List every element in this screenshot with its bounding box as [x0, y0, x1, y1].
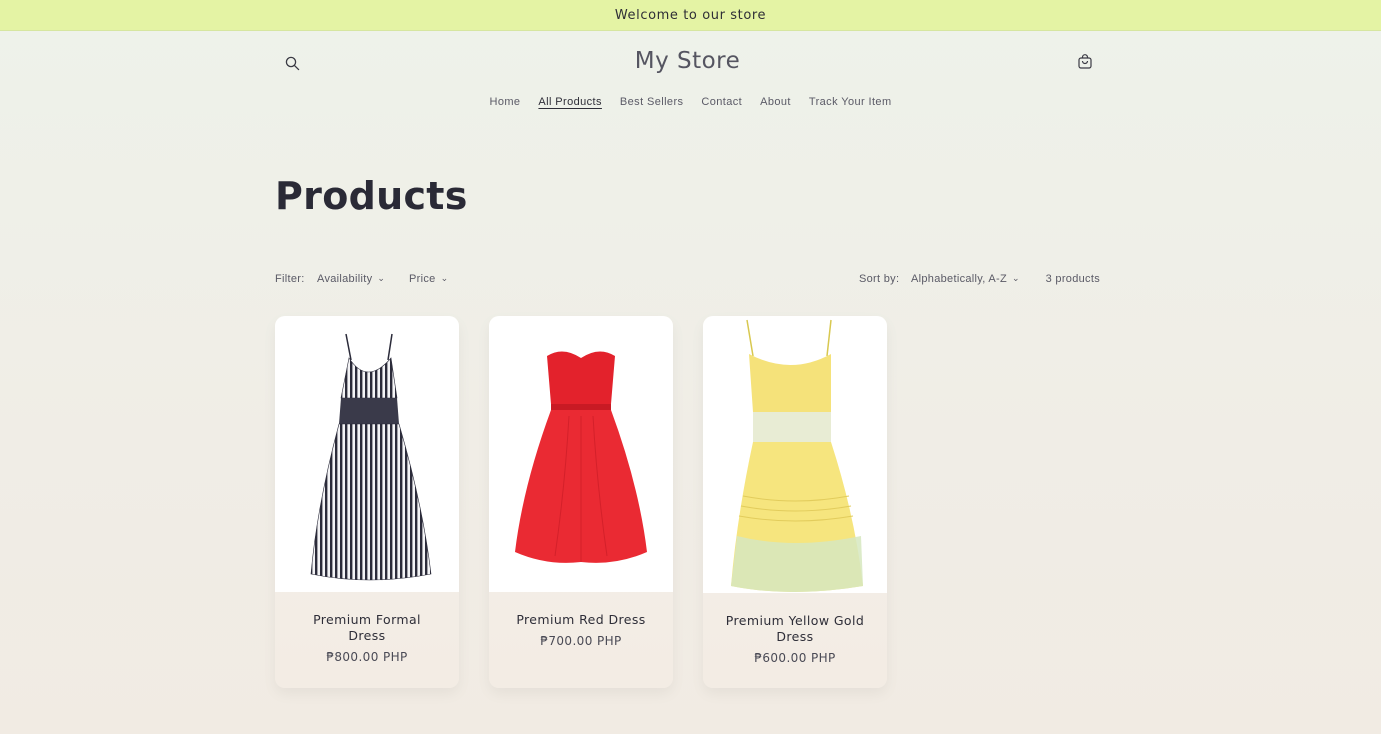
cart-button[interactable] — [1074, 51, 1096, 73]
availability-label: Availability — [317, 273, 373, 285]
product-name[interactable]: Premium Yellow Gold Dress — [703, 613, 887, 645]
yellow-dress-image — [731, 319, 863, 592]
chevron-down-icon: ⌄ — [1011, 273, 1020, 283]
sort-label: Sort by: — [859, 273, 900, 285]
sort-value: Alphabetically, A-Z — [911, 273, 1007, 285]
product-price: ₱600.00 PHP — [754, 651, 836, 665]
nav-item-about[interactable]: About — [751, 96, 800, 108]
product-name[interactable]: Premium Red Dress — [489, 612, 673, 628]
price-filter[interactable]: Price ⌄ — [409, 273, 448, 285]
site-header: My Store — [275, 44, 1100, 84]
announcement-bar: Welcome to our store — [0, 0, 1381, 31]
price-label: Price — [409, 273, 436, 285]
filter-bar: Filter: Availability ⌄ Price ⌄ Sort by: Al… — [275, 273, 1100, 289]
nav-item-best-sellers[interactable]: Best Sellers — [611, 96, 693, 108]
product-card[interactable]: Premium Red Dress ₱700.00 PHP — [489, 316, 673, 688]
nav-item-contact[interactable]: Contact — [692, 96, 751, 108]
nav-item-home[interactable]: Home — [480, 96, 529, 108]
announcement-text: Welcome to our store — [614, 7, 767, 23]
chevron-down-icon: ⌄ — [377, 273, 386, 283]
sort-select[interactable]: Alphabetically, A-Z ⌄ — [911, 273, 1020, 285]
product-card[interactable]: Premium Yellow Gold Dress ₱600.00 PHP — [703, 316, 887, 688]
product-image[interactable] — [489, 316, 673, 592]
product-name[interactable]: Premium Formal Dress — [275, 612, 459, 644]
cart-icon — [1078, 54, 1092, 69]
nav-item-track-your-item[interactable]: Track Your Item — [800, 96, 901, 108]
product-card[interactable]: Premium Formal Dress ₱800.00 PHP — [275, 316, 459, 688]
store-title[interactable]: My Store — [275, 48, 1100, 74]
striped-dress-image — [310, 333, 432, 581]
product-price: ₱800.00 PHP — [326, 650, 408, 664]
product-info: Premium Yellow Gold Dress ₱600.00 PHP — [703, 593, 887, 665]
nav-item-all-products[interactable]: All Products — [529, 96, 611, 108]
red-dress-image — [515, 351, 647, 563]
product-price: ₱700.00 PHP — [540, 634, 622, 648]
main-nav: Home All Products Best Sellers Contact A… — [0, 96, 1381, 108]
availability-filter[interactable]: Availability ⌄ — [317, 273, 385, 285]
product-image[interactable] — [703, 316, 887, 593]
product-image[interactable] — [275, 316, 459, 592]
product-count: 3 products — [1045, 273, 1100, 285]
product-info: Premium Formal Dress ₱800.00 PHP — [275, 592, 459, 664]
product-info: Premium Red Dress ₱700.00 PHP — [489, 592, 673, 648]
filter-label: Filter: — [275, 273, 305, 285]
page-title: Products — [275, 174, 468, 218]
chevron-down-icon: ⌄ — [440, 273, 449, 283]
